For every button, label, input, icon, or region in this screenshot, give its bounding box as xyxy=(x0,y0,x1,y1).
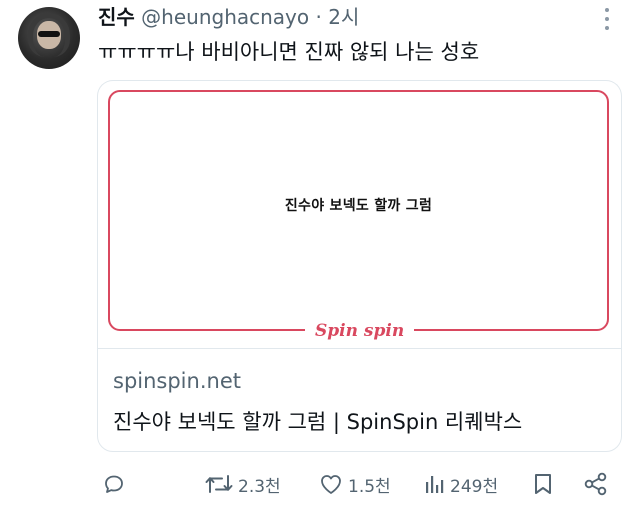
spinspin-logo: Spin spin xyxy=(305,318,415,344)
retweet-button[interactable]: 2.3천 xyxy=(204,468,281,500)
tweet-timestamp[interactable]: 2시 xyxy=(328,5,359,29)
action-bar: 2.3천 1.5천 249천 xyxy=(0,468,640,500)
share-icon xyxy=(583,471,609,497)
retweet-icon xyxy=(204,472,234,496)
bookmark-icon xyxy=(532,472,554,496)
heart-icon xyxy=(318,472,344,496)
bookmark-button[interactable] xyxy=(532,468,554,500)
card-image-frame: 진수야 보넥도 할까 그럼 Spin spin xyxy=(108,90,609,344)
more-dots-icon[interactable] xyxy=(600,8,614,30)
view-count: 249천 xyxy=(450,476,499,497)
like-button[interactable]: 1.5천 xyxy=(318,468,391,500)
views-button[interactable]: 249천 xyxy=(422,468,498,500)
author-name[interactable]: 진수 xyxy=(98,5,135,29)
analytics-icon xyxy=(422,472,446,496)
reply-icon xyxy=(102,472,126,496)
avatar[interactable] xyxy=(18,7,80,69)
avatar-glasses xyxy=(38,31,60,37)
header-separator: · xyxy=(309,5,329,29)
reply-button[interactable] xyxy=(102,468,130,500)
card-domain: spinspin.net xyxy=(113,369,241,393)
retweet-count: 2.3천 xyxy=(238,476,281,497)
like-count: 1.5천 xyxy=(348,476,391,497)
tweet-text: ㅠㅠㅠㅠ나 바비아니면 진짜 않되 나는 성호 xyxy=(98,40,480,64)
author-handle[interactable]: @heunghacnayo xyxy=(141,5,309,29)
link-card-image[interactable]: 진수야 보넥도 할까 그럼 Spin spin xyxy=(97,80,622,348)
link-card-info[interactable]: spinspin.net 진수야 보넥도 할까 그럼 | SpinSpin 리퀘… xyxy=(97,348,622,452)
share-button[interactable] xyxy=(583,468,609,500)
card-title: 진수야 보넥도 할까 그럼 | SpinSpin 리퀘박스 xyxy=(113,410,523,434)
tweet-header: 진수 @heunghacnayo · 2시 xyxy=(98,4,359,30)
card-image-text: 진수야 보넥도 할까 그럼 xyxy=(284,198,433,214)
